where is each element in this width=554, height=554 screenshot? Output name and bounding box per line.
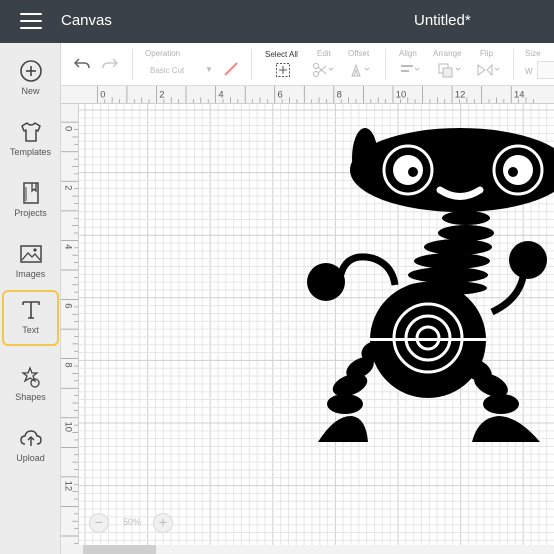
zoom-control: − 50% + [89, 512, 175, 534]
width-label: W [525, 67, 533, 76]
arrange-icon[interactable] [437, 62, 463, 78]
align-label: Align [399, 49, 417, 58]
ruler-tick-label: 6 [63, 303, 74, 308]
ruler-tick-label: 0 [100, 89, 105, 100]
sidebar-item-upload[interactable]: Upload [2, 420, 59, 476]
ruler-tick-label: 10 [396, 89, 407, 100]
plus-circle-icon [19, 60, 42, 82]
scrollbar-thumb[interactable] [83, 545, 156, 554]
sidebar-item-label: Text [22, 325, 39, 335]
select-all-icon[interactable] [275, 62, 291, 78]
sidebar-item-shapes[interactable]: Shapes [2, 359, 59, 415]
horizontal-ruler: 0 2 4 6 8 10 12 14 [61, 86, 554, 104]
offset-icon[interactable] [350, 62, 374, 78]
sidebar-item-label: Images [15, 269, 46, 279]
left-sidebar: New Templates Projects Images Text Shape… [0, 43, 61, 554]
document-title[interactable]: Untitled* [414, 12, 471, 29]
zoom-in-button[interactable]: + [153, 513, 173, 533]
edit-label: Edit [317, 49, 331, 58]
operation-value: Basic Cut [150, 66, 185, 75]
size-label: Size [525, 49, 541, 58]
redo-icon[interactable] [101, 57, 119, 71]
operation-select[interactable]: Basic Cut ▼ [145, 60, 217, 78]
align-icon[interactable] [399, 63, 423, 77]
sidebar-item-label: New [21, 86, 40, 96]
chevron-down-icon: ▼ [205, 65, 213, 74]
width-input[interactable] [537, 61, 554, 79]
cloud-upload-icon [19, 430, 42, 446]
shapes-icon [20, 366, 40, 388]
image-icon [19, 245, 42, 263]
robot-image[interactable] [79, 104, 554, 545]
offset-label: Offset [348, 49, 370, 58]
sidebar-item-text[interactable]: Text [2, 290, 59, 346]
ruler-tick-label: 8 [63, 362, 74, 367]
vertical-ruler: 0 2 4 6 8 10 12 [61, 104, 79, 554]
edit-scissors-icon[interactable] [312, 62, 336, 78]
toolbar-divider [251, 49, 252, 80]
design-canvas[interactable] [79, 104, 554, 545]
ruler-tick-label: 12 [63, 481, 74, 492]
edit-toolbar: Operation Basic Cut ▼ Select All Edit Of… [61, 43, 554, 86]
undo-icon[interactable] [73, 57, 91, 71]
ruler-tick-label: 4 [218, 89, 223, 100]
shirt-icon [20, 122, 41, 142]
ruler-tick-label: 2 [159, 89, 164, 100]
app-window: Canvas Untitled* New Templates Projects … [0, 0, 554, 554]
sidebar-item-templates[interactable]: Templates [2, 114, 59, 170]
select-all-label: Select All [265, 50, 298, 59]
zoom-level: 50% [122, 517, 141, 527]
zoom-out-button[interactable]: − [89, 513, 109, 533]
flip-label: Flip [480, 49, 493, 58]
sidebar-item-label: Templates [9, 147, 52, 157]
ruler-tick-label: 10 [63, 422, 74, 433]
flip-icon[interactable] [476, 62, 502, 78]
text-t-icon [21, 301, 40, 319]
app-title: Canvas [61, 12, 112, 29]
sidebar-item-new[interactable]: New [2, 53, 59, 109]
toolbar-divider [132, 49, 133, 80]
toolbar-divider [513, 49, 514, 80]
top-header: Canvas Untitled* [0, 0, 554, 43]
sidebar-item-images[interactable]: Images [2, 236, 59, 292]
hamburger-menu-icon[interactable] [20, 13, 42, 30]
ruler-tick-label: 2 [63, 185, 74, 190]
sidebar-item-label: Shapes [15, 392, 46, 402]
ruler-tick-label: 0 [63, 126, 74, 131]
sidebar-item-label: Projects [14, 208, 47, 218]
bookmark-book-icon [22, 182, 39, 204]
ruler-tick-label: 8 [337, 89, 342, 100]
ruler-tick-label: 14 [514, 89, 525, 100]
sidebar-item-projects[interactable]: Projects [2, 175, 59, 231]
operation-label: Operation [145, 49, 181, 58]
ruler-tick-label: 12 [455, 89, 465, 100]
pen-color-icon[interactable] [223, 61, 239, 77]
arrange-label: Arrange [433, 49, 462, 58]
toolbar-divider [385, 49, 386, 80]
sidebar-item-label: Upload [16, 453, 45, 463]
horizontal-scrollbar[interactable] [61, 545, 554, 554]
ruler-tick-label: 4 [63, 244, 74, 249]
ruler-tick-label: 6 [278, 89, 283, 100]
